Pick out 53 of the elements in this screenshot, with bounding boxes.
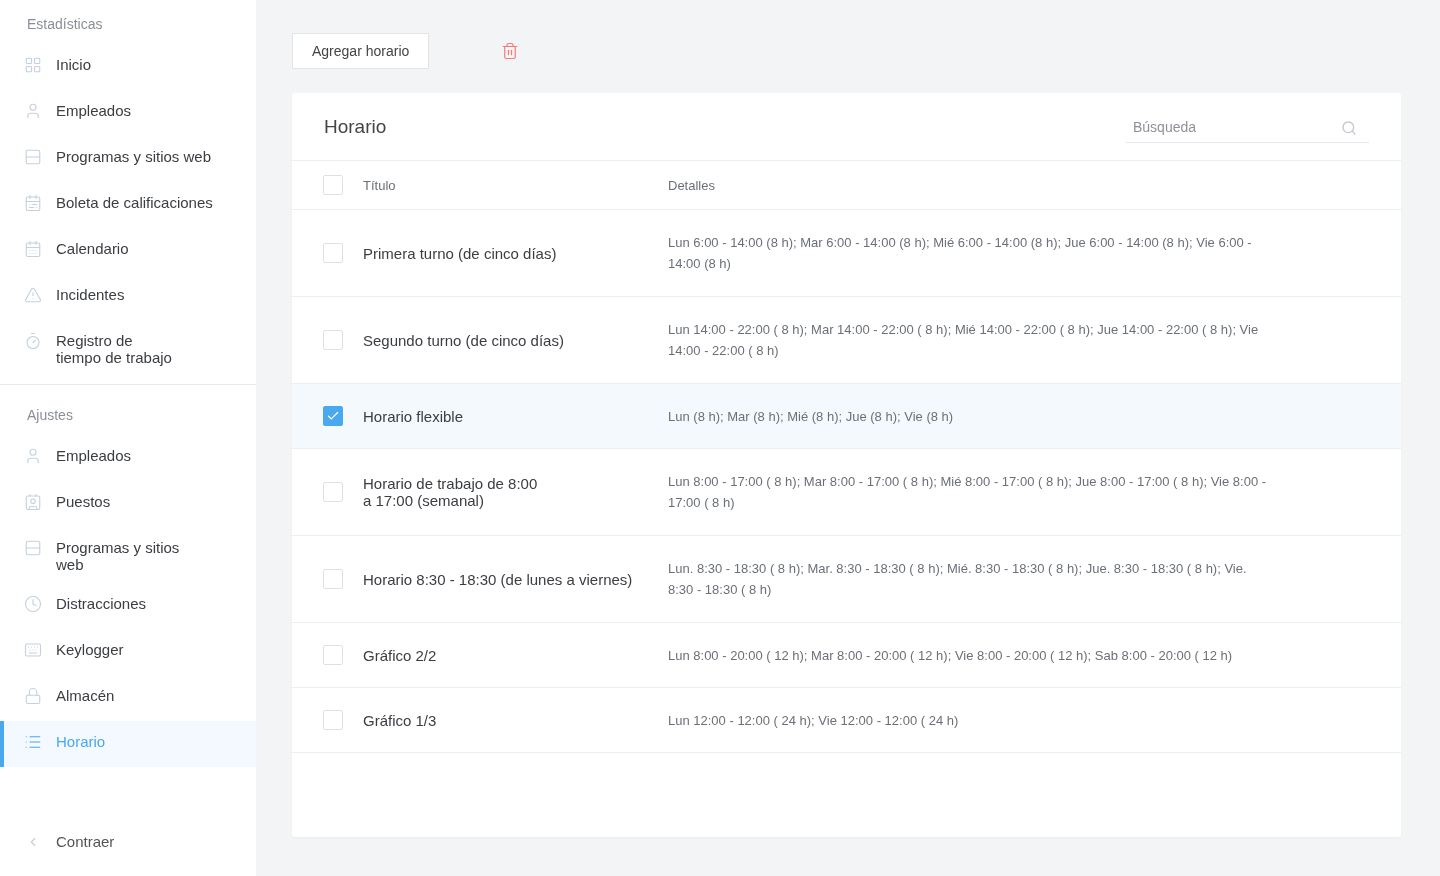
schedule-title: Gráfico 2/2 xyxy=(363,646,437,664)
search-icon xyxy=(1341,119,1357,136)
card-title: Horario xyxy=(324,115,387,138)
schedule-details: Lun 6:00 - 14:00 (8 h); Mar 6:00 - 14:00 (8 h); Mié 6:00 - 14:00 (8 h); Jue 6:00 - 14:00 (8 h); Vie 6:00 - 14:00 (8 h) xyxy=(668,234,1253,273)
sidebar-item[interactable]: Programas y sitios web xyxy=(0,136,256,182)
row-checkbox[interactable] xyxy=(323,406,343,426)
keyboard-icon xyxy=(24,641,42,659)
schedule-title: Horario 8:30 - 18:30 (de lunes a viernes) xyxy=(363,570,633,588)
section-title: Estadísticas xyxy=(26,15,104,34)
sidebar-item[interactable]: Programas y sitios web xyxy=(0,527,256,583)
sidebar-item[interactable]: Incidentes xyxy=(0,274,256,320)
schedule-details: Lun 12:00 - 12:00 ( 24 h); Vie 12:00 - 12:00 ( 24 h) xyxy=(668,711,959,730)
id-card-icon xyxy=(24,493,42,511)
sidebar-item[interactable]: Empleados xyxy=(0,435,256,481)
schedule-details: Lun 8:00 - 17:00 ( 8 h); Mar 8:00 - 17:00 ( 8 h); Mié 8:00 - 17:00 ( 8 h); Jue 8:00 - 17:00 ( 8 h); Vie 8:00 - 17:00 ( 8 h) xyxy=(668,473,1268,512)
schedule-details: Lun. 8:30 - 18:30 ( 8 h); Mar. 8:30 - 18:30 ( 8 h); Mié. 8:30 - 18:30 ( 8 h); Jue. 8:30 - 18:30 ( 8 h); Vie. 8:30 - 18:30 ( 8 h) xyxy=(668,560,1248,599)
sidebar-item[interactable]: Keylogger xyxy=(0,629,256,675)
sidebar-item[interactable]: Registro de tiempo de trabajo xyxy=(0,320,256,376)
stopwatch-icon xyxy=(24,332,42,350)
schedule-details: Lun 8:00 - 20:00 ( 12 h); Mar 8:00 - 20:00 ( 12 h); Vie 8:00 - 20:00 ( 12 h); Sab 8:00 - 20:00 ( 12 h) xyxy=(668,646,1233,665)
schedule-title: Horario flexible xyxy=(363,407,464,425)
rows-icon xyxy=(24,539,42,557)
lock-icon xyxy=(24,687,42,705)
delete-icon[interactable] xyxy=(501,42,520,60)
select-all-checkbox[interactable] xyxy=(323,175,343,195)
collapse-link[interactable]: Contraer xyxy=(0,833,256,850)
schedule-title: Horario de trabajo de 8:00 a 17:00 (semanal) xyxy=(363,475,538,509)
sidebar-item[interactable]: Boleta de calificaciones xyxy=(0,182,256,228)
grid-icon xyxy=(24,56,42,74)
schedule-details: Lun (8 h); Mar (8 h); Mié (8 h); Jue (8 h); Vie (8 h) xyxy=(668,407,954,426)
column-header: Título xyxy=(363,177,396,193)
rows-icon xyxy=(24,148,42,166)
section-title: Ajustes xyxy=(26,406,74,425)
sidebar-item[interactable]: Distracciones xyxy=(0,583,256,629)
sidebar-item[interactable]: Calendario xyxy=(0,228,256,274)
sidebar-item[interactable]: Puestos xyxy=(0,481,256,527)
sidebar-item[interactable]: Empleados xyxy=(0,90,256,136)
column-header: Detalles xyxy=(668,177,715,193)
schedule-title: Primera turno (de cinco días) xyxy=(363,244,557,262)
person-icon xyxy=(24,447,42,465)
schedule-details: Lun 14:00 - 22:00 ( 8 h); Mar 14:00 - 22:00 ( 8 h); Mié 14:00 - 22:00 ( 8 h); Jue 14:00 - 22:00 ( 8 h); Vie 14:00 - 22:00 ( 8 h) xyxy=(668,321,1260,360)
schedule-title: Gráfico 1/3 xyxy=(363,711,437,729)
warning-icon xyxy=(24,286,42,304)
sidebar-item[interactable]: Almacén xyxy=(0,675,256,721)
clock-icon xyxy=(24,595,42,613)
person-icon xyxy=(24,102,42,120)
calendar-icon xyxy=(24,240,42,258)
list-icon xyxy=(24,733,42,751)
calendar-grid-icon xyxy=(24,194,42,212)
add-schedule-button[interactable]: Agregar horario xyxy=(292,33,430,69)
check-icon xyxy=(326,409,340,423)
sidebar-item[interactable]: Inicio xyxy=(0,44,256,90)
schedule-title: Segundo turno (de cinco días) xyxy=(363,331,564,349)
